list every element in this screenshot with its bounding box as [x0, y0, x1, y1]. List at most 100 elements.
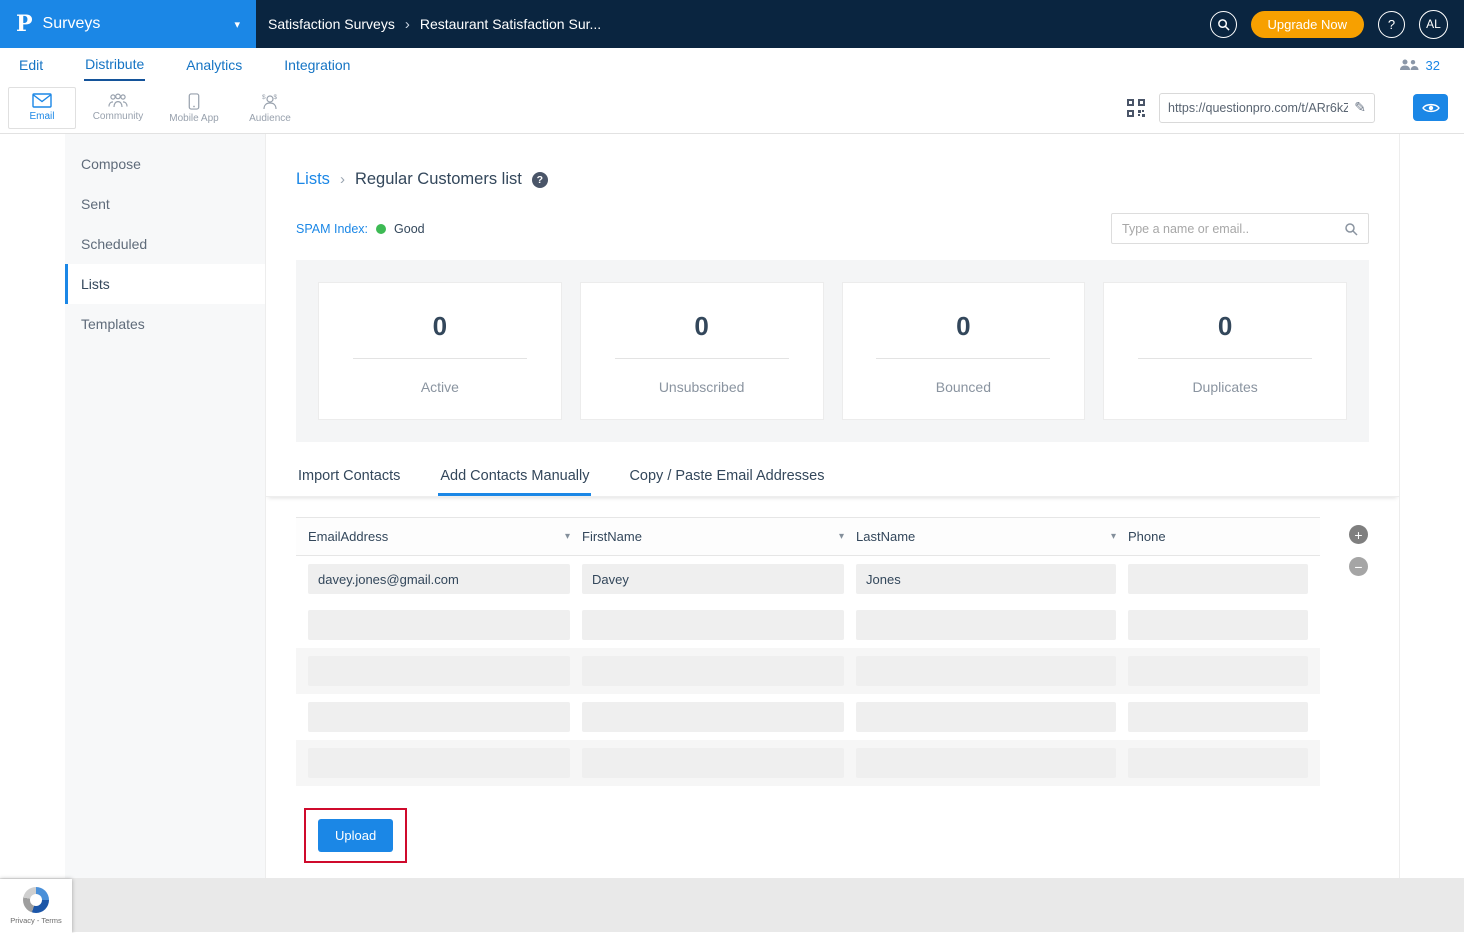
tab-import-contacts[interactable]: Import Contacts [296, 458, 402, 496]
phone-input[interactable] [1128, 702, 1308, 732]
tab-analytics[interactable]: Analytics [185, 48, 243, 82]
survey-nav: Edit Distribute Analytics Integration 32 [0, 48, 1464, 82]
email-icon [32, 93, 52, 108]
help-button[interactable]: ? [1378, 11, 1405, 38]
survey-url[interactable]: https://questionpro.com/t/ARr6kZR7 [1168, 101, 1348, 115]
qr-code-button[interactable] [1127, 99, 1145, 117]
right-gutter [1400, 134, 1464, 878]
lastname-input[interactable] [856, 610, 1116, 640]
breadcrumb-parent[interactable]: Satisfaction Surveys [268, 16, 395, 32]
search-button[interactable] [1210, 11, 1237, 38]
recaptcha-icon [23, 887, 49, 913]
stat-value: 0 [1138, 311, 1312, 359]
upgrade-button[interactable]: Upgrade Now [1251, 11, 1365, 38]
lists-panel: Lists › Regular Customers list ? SPAM In… [265, 134, 1400, 878]
sidebar-item-templates[interactable]: Templates [65, 304, 265, 344]
table-row [296, 694, 1320, 740]
column-lastname[interactable]: LastName ▾ [856, 529, 1116, 544]
email-input[interactable] [308, 702, 570, 732]
column-firstname[interactable]: FirstName ▾ [582, 529, 844, 544]
contact-search[interactable] [1111, 213, 1369, 244]
list-title: Regular Customers list [355, 170, 522, 189]
column-emailaddress[interactable]: EmailAddress ▾ [308, 529, 570, 544]
tab-copy-paste-emails[interactable]: Copy / Paste Email Addresses [627, 458, 826, 496]
preview-button[interactable] [1413, 94, 1448, 121]
breadcrumb-separator-icon: › [340, 171, 345, 188]
left-gutter [0, 134, 65, 878]
audience-icon: $$ [260, 93, 280, 110]
channel-audience[interactable]: $$ Audience [236, 87, 304, 129]
sidebar-item-lists[interactable]: Lists [65, 264, 265, 304]
contact-search-input[interactable] [1122, 222, 1344, 236]
people-icon [1399, 59, 1419, 71]
tab-add-contacts-manually[interactable]: Add Contacts Manually [438, 458, 591, 496]
respondents-indicator[interactable]: 32 [1399, 58, 1464, 73]
respondents-count: 32 [1426, 58, 1440, 73]
stat-bounced: 0 Bounced [842, 282, 1086, 420]
email-input[interactable] [308, 610, 570, 640]
email-input[interactable] [308, 564, 570, 594]
url-tools: https://questionpro.com/t/ARr6kZR7 ✎ [1127, 93, 1448, 123]
chevron-down-icon[interactable]: ▾ [1111, 531, 1116, 542]
stat-label: Active [319, 379, 561, 395]
product-switcher[interactable]: P Surveys ▾ [0, 0, 256, 48]
firstname-input[interactable] [582, 748, 844, 778]
remove-row-button[interactable]: − [1349, 557, 1368, 576]
survey-url-field[interactable]: https://questionpro.com/t/ARr6kZR7 ✎ [1159, 93, 1375, 123]
email-input[interactable] [308, 656, 570, 686]
footer-strip [0, 878, 1464, 932]
table-row [296, 648, 1320, 694]
tab-integration[interactable]: Integration [283, 48, 351, 82]
list-help-icon[interactable]: ? [532, 172, 548, 188]
phone-input[interactable] [1128, 656, 1308, 686]
topbar: P Surveys ▾ Satisfaction Surveys › Resta… [0, 0, 1464, 48]
channel-mobile-app[interactable]: Mobile App [160, 87, 228, 129]
recaptcha-caption[interactable]: Privacy - Terms [10, 916, 62, 925]
stat-value: 0 [353, 311, 527, 359]
product-name: Surveys [43, 15, 101, 33]
tab-edit[interactable]: Edit [18, 48, 44, 82]
firstname-input[interactable] [582, 702, 844, 732]
channel-community[interactable]: Community [84, 87, 152, 129]
lastname-input[interactable] [856, 656, 1116, 686]
phone-input[interactable] [1128, 610, 1308, 640]
upload-button[interactable]: Upload [318, 819, 393, 852]
svg-text:$: $ [274, 94, 278, 101]
avatar[interactable]: AL [1419, 10, 1448, 39]
edit-url-icon[interactable]: ✎ [1354, 99, 1366, 116]
contact-tabs: Import Contacts Add Contacts Manually Co… [266, 458, 1399, 497]
workspace: Compose Sent Scheduled Lists Templates L… [0, 134, 1464, 878]
list-breadcrumb: Lists › Regular Customers list ? [296, 170, 1369, 189]
questionpro-logo: P [16, 11, 33, 37]
tab-distribute[interactable]: Distribute [84, 48, 145, 82]
chevron-down-icon[interactable]: ▾ [839, 531, 844, 542]
sidebar-item-sent[interactable]: Sent [65, 184, 265, 224]
add-row-button[interactable]: + [1349, 525, 1368, 544]
chevron-down-icon[interactable]: ▾ [565, 531, 570, 542]
stat-value: 0 [876, 311, 1050, 359]
sidebar-item-scheduled[interactable]: Scheduled [65, 224, 265, 264]
lastname-input[interactable] [856, 748, 1116, 778]
search-icon[interactable] [1344, 222, 1358, 236]
list-stats: 0 Active 0 Unsubscribed 0 Bounced 0 Dupl… [296, 260, 1369, 442]
community-icon [107, 93, 129, 108]
phone-input[interactable] [1128, 748, 1308, 778]
svg-text:$: $ [262, 94, 266, 101]
firstname-input[interactable] [582, 564, 844, 594]
firstname-input[interactable] [582, 610, 844, 640]
sidebar-item-compose[interactable]: Compose [65, 144, 265, 184]
lists-link[interactable]: Lists [296, 170, 330, 189]
stat-label: Bounced [843, 379, 1085, 395]
channel-list: Email Community Mobile App $$ Audience [8, 87, 304, 129]
channel-email[interactable]: Email [8, 87, 76, 129]
phone-input[interactable] [1128, 564, 1308, 594]
firstname-input[interactable] [582, 656, 844, 686]
lastname-input[interactable] [856, 564, 1116, 594]
stat-label: Unsubscribed [581, 379, 823, 395]
stat-active: 0 Active [318, 282, 562, 420]
email-input[interactable] [308, 748, 570, 778]
table-row [296, 602, 1320, 648]
lastname-input[interactable] [856, 702, 1116, 732]
recaptcha-badge[interactable]: Privacy - Terms [0, 879, 72, 933]
chevron-down-icon[interactable]: ▾ [234, 18, 240, 31]
